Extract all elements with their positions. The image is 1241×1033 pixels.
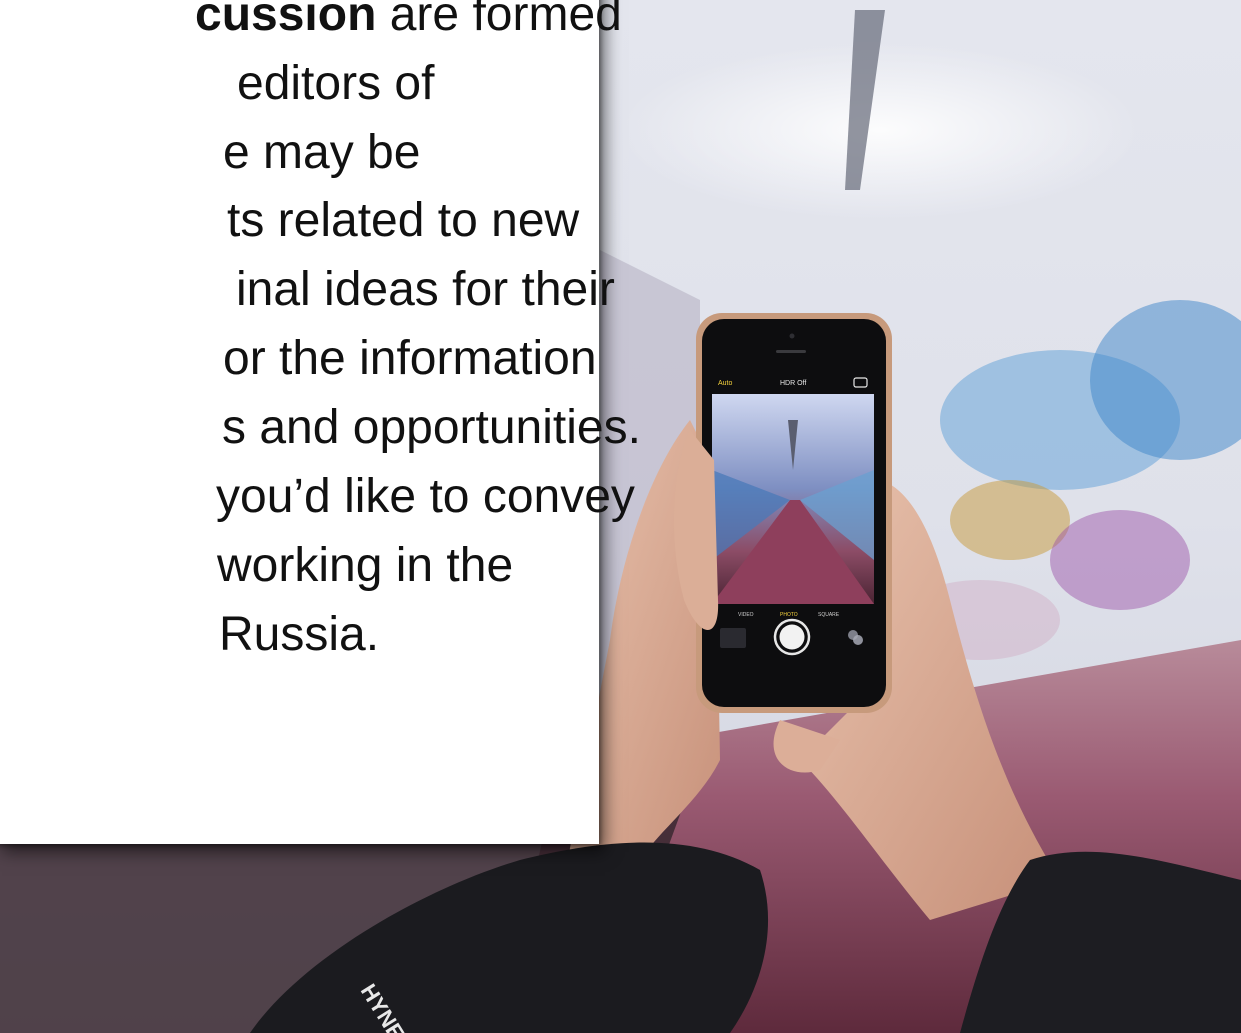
gallery-thumbnail [720, 628, 746, 648]
paragraph-line: editors of [237, 57, 435, 110]
paragraph-line: s and opportunities. [222, 401, 641, 454]
mode-square-label: SQUARE [818, 612, 840, 618]
paragraph-line: ts related to new [227, 194, 580, 247]
paragraph-line: you’d like to convey [216, 470, 635, 523]
paragraph-line: e may be [223, 126, 421, 179]
smartphone: Auto HDR Off VIDEO PHOTO SQUARE [696, 313, 892, 713]
mode-photo-label: PHOTO [780, 612, 798, 618]
flash-auto-label: Auto [718, 380, 733, 387]
hdr-label: HDR Off [780, 380, 806, 387]
paragraph-line: inal ideas for their [236, 263, 615, 316]
paragraph-line: or the information [223, 332, 597, 385]
paragraph-line: Russia. [219, 608, 380, 661]
text-card: cussion are formed editors of e may be t… [0, 0, 641, 844]
mode-video-label: VIDEO [738, 612, 754, 618]
paragraph-line: cussion are formed [195, 0, 622, 41]
paragraph-line: working in the [217, 539, 514, 592]
